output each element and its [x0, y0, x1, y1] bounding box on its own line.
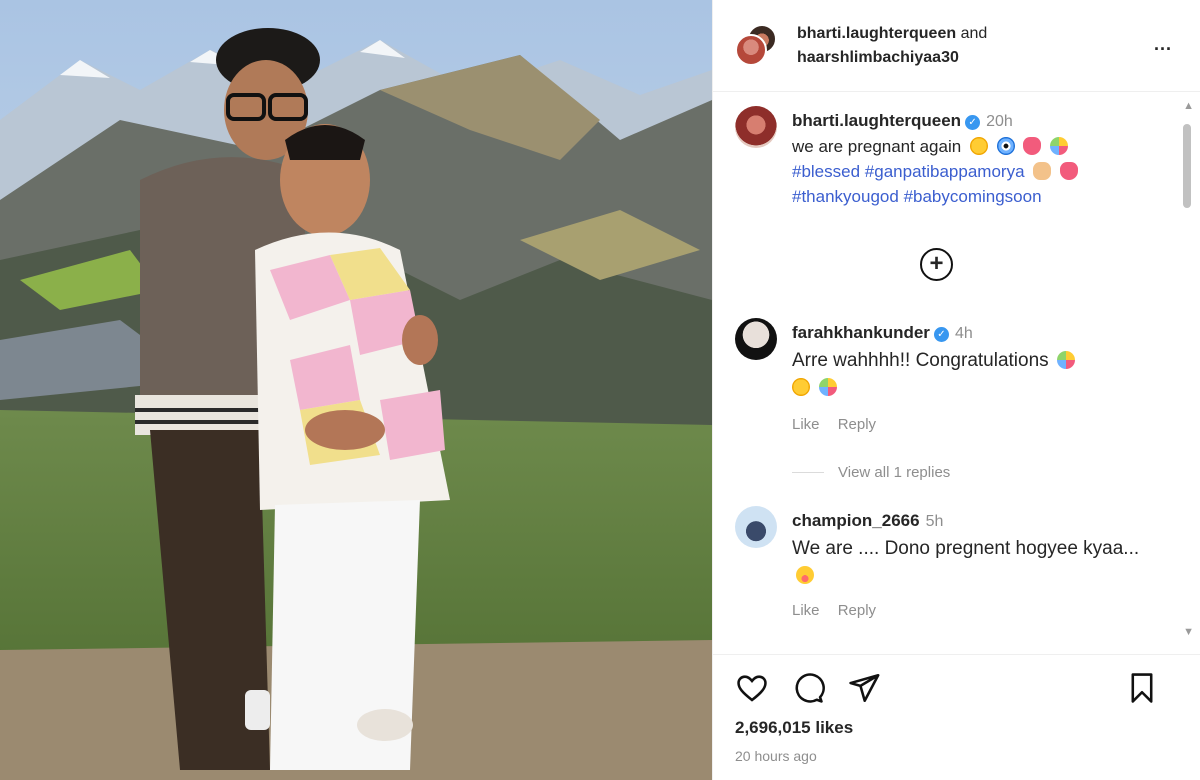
comment-reply-button[interactable]: Reply — [838, 416, 876, 433]
comment-like-button[interactable]: Like — [792, 416, 820, 433]
post-photo[interactable] — [0, 0, 712, 780]
hashtag-link[interactable]: #ganpatibappamorya — [865, 162, 1025, 181]
heart-eyes-emoji-icon — [792, 378, 810, 396]
caption-body: bharti.laughterqueen ✓ 20h we are pregnant… — [792, 108, 1152, 209]
header-and: and — [960, 25, 988, 42]
hashtag-link[interactable]: #babycomingsoon — [904, 187, 1042, 206]
comment-username[interactable]: champion_2666 — [792, 511, 920, 530]
avatar[interactable] — [735, 318, 777, 360]
scroll-down-arrow[interactable]: ▼ — [1183, 626, 1194, 638]
comment-body: champion_2666 5h We are .... Dono pregnen… — [792, 508, 1142, 589]
share-icon — [849, 673, 880, 703]
post-timestamp[interactable]: 20 hours ago — [735, 748, 817, 764]
comment-like-button[interactable]: Like — [792, 602, 820, 619]
heart-eyes-emoji-icon — [969, 137, 988, 155]
share-button[interactable] — [847, 671, 881, 705]
verified-icon: ✓ — [965, 115, 981, 130]
laughing-emoji-icon — [796, 566, 814, 584]
party-face-emoji-icon — [1050, 137, 1069, 155]
collab-avatars[interactable] — [735, 24, 777, 70]
caption-time[interactable]: 20h — [986, 113, 1013, 130]
save-button[interactable] — [1125, 671, 1159, 705]
pray-emoji-icon — [1033, 162, 1052, 180]
heart-emoji-icon — [1023, 137, 1042, 155]
comment-text: We are .... Dono pregnent hogyee kyaa... — [792, 538, 1140, 559]
comment-username[interactable]: farahkhankunder — [792, 323, 930, 342]
party-face-emoji-icon — [818, 378, 837, 396]
post-footer: 2,696,015 likes 20 hours ago — [713, 654, 1200, 780]
view-replies-link[interactable]: View all 1 replies — [792, 464, 950, 481]
header-username-2[interactable]: haarshlimbachiyaa30 — [797, 49, 959, 66]
load-more-comments-button[interactable]: + — [920, 248, 953, 281]
comment-icon — [795, 673, 825, 703]
add-circle-icon: + — [929, 250, 944, 277]
avatar[interactable] — [735, 34, 767, 66]
evil-eye-emoji-icon — [996, 137, 1015, 155]
comment-body: farahkhankunder ✓ 4h Arre wahhhh!! Congrat… — [792, 320, 1142, 401]
like-button[interactable] — [735, 671, 769, 705]
comment-button[interactable] — [791, 671, 825, 705]
post-side-panel: bharti.laughterqueen and haarshlimbachiy… — [712, 0, 1200, 780]
caption-text: we are pregnant again — [792, 137, 962, 156]
hashtag-link[interactable]: #blessed — [792, 162, 860, 181]
verified-icon: ✓ — [933, 327, 949, 342]
avatar[interactable] — [735, 106, 777, 148]
hashtag-link[interactable]: #thankyougod — [792, 187, 899, 206]
comment-time[interactable]: 4h — [955, 325, 973, 342]
heart-emoji-icon — [1060, 162, 1078, 180]
avatar[interactable] — [735, 506, 777, 548]
comment-actions: Like Reply — [792, 416, 890, 433]
comment-time[interactable]: 5h — [926, 513, 944, 530]
caption-username[interactable]: bharti.laughterqueen — [792, 111, 961, 130]
comment-reply-button[interactable]: Reply — [838, 602, 876, 619]
collab-usernames: bharti.laughterqueen and haarshlimbachiy… — [797, 22, 987, 70]
likes-count[interactable]: 2,696,015 likes — [735, 718, 853, 738]
scrollbar-thumb[interactable] — [1183, 124, 1191, 208]
bookmark-icon — [1131, 673, 1153, 703]
scroll-up-arrow[interactable]: ▲ — [1183, 100, 1194, 112]
heart-icon — [737, 675, 767, 702]
more-options-button[interactable]: ... — [1150, 34, 1176, 58]
comment-text: Arre wahhhh!! Congratulations — [792, 350, 1049, 371]
comment-actions: Like Reply — [792, 602, 890, 619]
post-header: bharti.laughterqueen and haarshlimbachiy… — [713, 0, 1200, 92]
party-popper-emoji-icon — [1057, 351, 1076, 369]
header-username-1[interactable]: bharti.laughterqueen — [797, 25, 956, 42]
post-image — [0, 0, 712, 780]
